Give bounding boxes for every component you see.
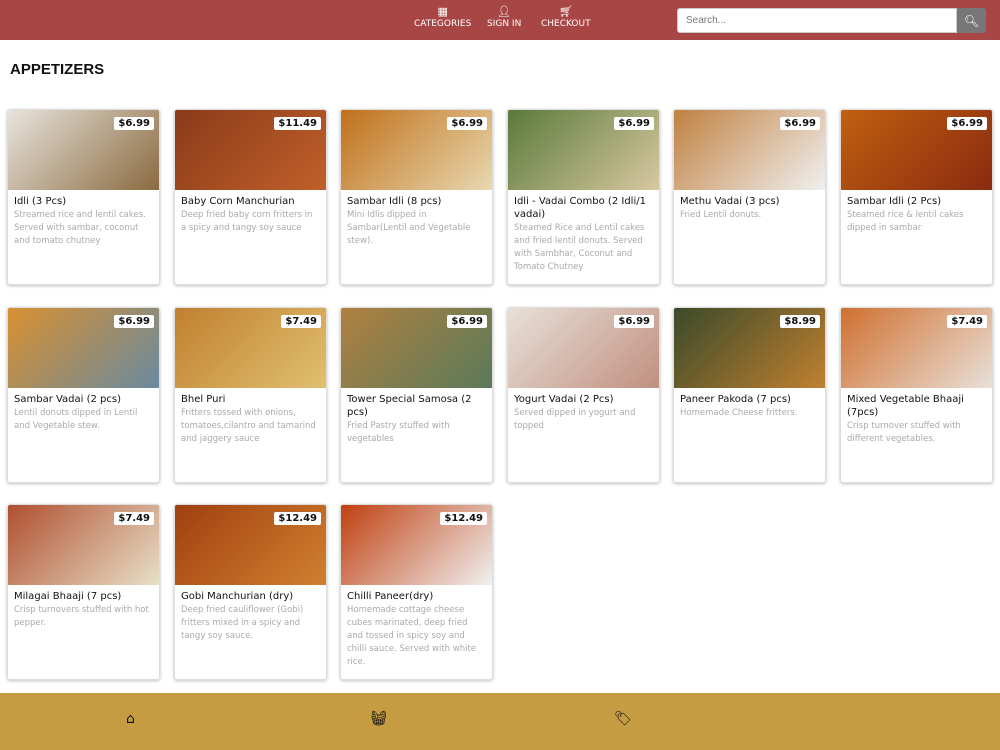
menu-item-description: Homemade Cheese fritters. (680, 408, 798, 418)
price-badge: $6.99 (447, 117, 487, 130)
menu-item-image: $12.49 (175, 505, 326, 585)
menu-item-card[interactable]: $7.49 Mixed Vegetable Bhaaji (7pcs) Crisp … (840, 307, 993, 483)
grid-icon: ▦ (437, 5, 448, 18)
menu-item-description: Crisp turnover stuffed with different ve… (847, 421, 961, 444)
search-icon: 🔍︎ (963, 13, 980, 28)
bottom-bar: ⌂ 🧺︎ 🏷︎ (0, 693, 1000, 750)
menu-item-description: Deep fried cauliflower (Gobi) fritters m… (181, 605, 304, 641)
search-button[interactable]: 🔍︎ (957, 8, 986, 33)
menu-item-image: $6.99 (8, 308, 159, 388)
price-badge: $7.49 (947, 315, 987, 328)
section-title: APPETIZERS (10, 61, 105, 78)
price-badge: $12.49 (274, 512, 321, 525)
menu-item-card[interactable]: $12.49 Gobi Manchurian (dry) Deep fried ca… (174, 504, 327, 680)
menu-item-description: Steamed Rice and Lentil cakes and fried … (514, 223, 645, 272)
menu-item-title: Sambar Idli (8 pcs) (347, 196, 442, 207)
menu-item-description: Homemade cottage cheese cubes marinated,… (347, 605, 477, 667)
menu-item-title: Idli (3 Pcs) (14, 196, 67, 207)
menu-item-card[interactable]: $7.49 Milagai Bhaaji (7 pcs) Crisp turnove… (7, 504, 160, 680)
menu-item-description: Fried Pastry stuffed with vegetables (347, 421, 450, 444)
menu-item-description: Mini Idlis dipped in Sambar(Lentil and V… (347, 210, 471, 246)
menu-item-title: Sambar Idli (2 Pcs) (847, 196, 942, 207)
nav-checkout[interactable]: 🛒︎ CHECKOUT (541, 5, 591, 29)
menu-item-title: Methu Vadai (3 pcs) (680, 196, 780, 207)
menu-item-image: $6.99 (508, 308, 659, 388)
menu-item-description: Fritters tossed with onions, tomatoes,ci… (181, 408, 316, 444)
menu-item-description: Fried Lentil donuts. (680, 210, 762, 220)
menu-item-title: Gobi Manchurian (dry) (181, 591, 294, 602)
menu-item-card[interactable]: $6.99 Yogurt Vadai (2 Pcs) Served dipped i… (507, 307, 660, 483)
nav-sign-in[interactable]: 👤︎ SIGN IN (487, 5, 521, 29)
menu-item-image: $6.99 (841, 110, 992, 190)
menu-item-title: Yogurt Vadai (2 Pcs) (514, 394, 614, 405)
menu-item-title: Mixed Vegetable Bhaaji (7pcs) (847, 394, 964, 418)
menu-item-description: Deep fried baby corn fritters in a spicy… (181, 210, 313, 233)
menu-item-image: $12.49 (341, 505, 492, 585)
menu-item-title: Idli - Vadai Combo (2 Idli/1 vadai) (514, 196, 646, 220)
home-icon[interactable]: ⌂ (126, 711, 135, 727)
nav-categories[interactable]: ▦ CATEGORIES (414, 5, 471, 29)
menu-item-image: $7.49 (8, 505, 159, 585)
tag-icon[interactable]: 🏷︎ (614, 711, 632, 727)
price-badge: $6.99 (114, 315, 154, 328)
menu-item-card[interactable]: $11.49 Baby Corn Manchurian Deep fried bab… (174, 109, 327, 285)
menu-item-image: $6.99 (341, 308, 492, 388)
menu-item-card[interactable]: $6.99 Idli (3 Pcs) Streamed rice and lenti… (7, 109, 160, 285)
menu-item-image: $8.99 (674, 308, 825, 388)
menu-item-card[interactable]: $6.99 Sambar Idli (2 Pcs) Steamed rice & l… (840, 109, 993, 285)
menu-item-description: Steamed rice & lentil cakes dipped in sa… (847, 210, 964, 233)
basket-icon[interactable]: 🧺︎ (370, 711, 388, 727)
menu-item-card[interactable]: $6.99 Sambar Idli (8 pcs) Mini Idlis dippe… (340, 109, 493, 285)
price-badge: $6.99 (947, 117, 987, 130)
menu-item-card[interactable]: $7.49 Bhel Puri Fritters tossed with onion… (174, 307, 327, 483)
menu-item-title: Baby Corn Manchurian (181, 196, 295, 207)
user-icon: 👤︎ (497, 5, 512, 18)
menu-item-title: Paneer Pakoda (7 pcs) (680, 394, 791, 405)
menu-item-image: $6.99 (8, 110, 159, 190)
menu-item-card[interactable]: $8.99 Paneer Pakoda (7 pcs) Homemade Chees… (673, 307, 826, 483)
price-badge: $8.99 (780, 315, 820, 328)
menu-item-image: $6.99 (508, 110, 659, 190)
menu-item-description: Streamed rice and lentil cakes. Served w… (14, 210, 146, 246)
menu-item-title: Sambar Vadai (2 pcs) (14, 394, 122, 405)
price-badge: $7.49 (281, 315, 321, 328)
price-badge: $6.99 (614, 315, 654, 328)
menu-item-card[interactable]: $6.99 Tower Special Samosa (2 pcs) Fried P… (340, 307, 493, 483)
menu-item-description: Crisp turnovers stuffed with hot pepper. (14, 605, 149, 628)
price-badge: $7.49 (114, 512, 154, 525)
price-badge: $12.49 (440, 512, 487, 525)
menu-item-title: Tower Special Samosa (2 pcs) (347, 394, 472, 418)
menu-item-description: Lentil donuts dipped in Lentil and Veget… (14, 408, 138, 431)
menu-item-title: Milagai Bhaaji (7 pcs) (14, 591, 122, 602)
menu-item-card[interactable]: $12.49 Chilli Paneer(dry) Homemade cottage… (340, 504, 493, 680)
menu-item-card[interactable]: $6.99 Sambar Vadai (2 pcs) Lentil donuts d… (7, 307, 160, 483)
menu-item-title: Bhel Puri (181, 394, 226, 405)
top-navbar: ▦CATEGORIES 👤︎SIGN IN 🛒︎CHECKOUT 🔍︎ (0, 0, 1000, 40)
price-badge: $6.99 (780, 117, 820, 130)
menu-item-image: $6.99 (674, 110, 825, 190)
menu-item-image: $11.49 (175, 110, 326, 190)
price-badge: $6.99 (614, 117, 654, 130)
menu-item-image: $7.49 (175, 308, 326, 388)
price-badge: $6.99 (447, 315, 487, 328)
cart-icon: 🛒︎ (558, 5, 573, 18)
search-input[interactable] (677, 8, 957, 33)
price-badge: $6.99 (114, 117, 154, 130)
menu-item-card[interactable]: $6.99 Idli - Vadai Combo (2 Idli/1 vadai)… (507, 109, 660, 285)
menu-item-card[interactable]: $6.99 Methu Vadai (3 pcs) Fried Lentil don… (673, 109, 826, 285)
menu-item-description: Served dipped in yogurt and topped (514, 408, 636, 431)
menu-item-image: $7.49 (841, 308, 992, 388)
menu-item-image: $6.99 (341, 110, 492, 190)
menu-item-title: Chilli Paneer(dry) (347, 591, 434, 602)
price-badge: $11.49 (274, 117, 321, 130)
